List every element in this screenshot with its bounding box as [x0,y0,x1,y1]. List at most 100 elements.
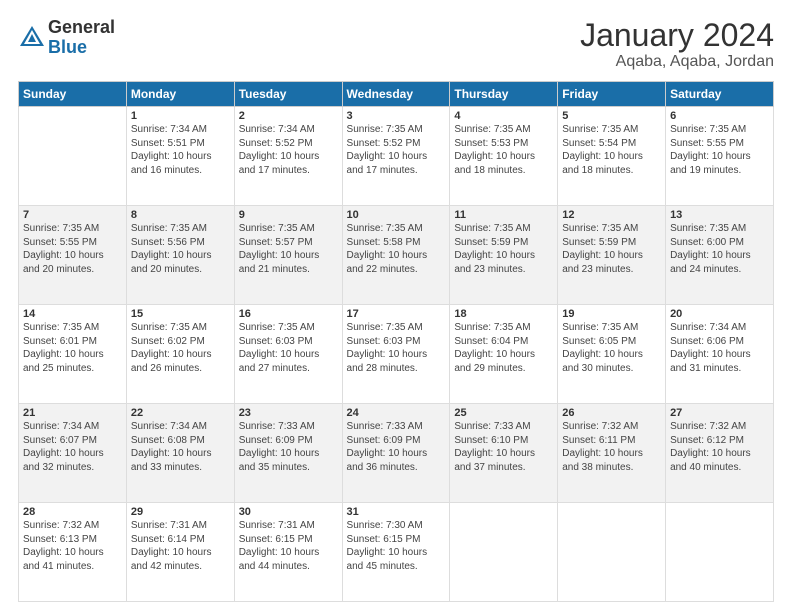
calendar-week-row: 7 Sunrise: 7:35 AMSunset: 5:55 PMDaylight… [19,206,774,305]
cell-info: Sunrise: 7:32 AMSunset: 6:13 PMDaylight:… [23,520,104,572]
cell-info: Sunrise: 7:35 AMSunset: 5:57 PMDaylight:… [239,223,320,275]
header: General Blue January 2024 Aqaba, Aqaba, … [18,18,774,71]
cell-info: Sunrise: 7:34 AMSunset: 5:51 PMDaylight:… [131,124,212,176]
calendar-cell: 4 Sunrise: 7:35 AMSunset: 5:53 PMDaylight… [450,107,558,206]
calendar-cell: 13Sunrise: 7:35 AMSunset: 6:00 PMDayligh… [666,206,774,305]
calendar-cell: 25 Sunrise: 7:33 AMSunset: 6:10 PMDayligh… [450,404,558,503]
logo-general: General [48,18,115,38]
date-number: 4 [454,110,553,122]
calendar-week-row: 21 Sunrise: 7:34 AMSunset: 6:07 PMDayligh… [19,404,774,503]
date-number: 24 [347,407,446,419]
logo: General Blue [18,18,115,58]
page-title: January 2024 [580,18,774,53]
date-number: 28 [23,506,122,518]
calendar-cell: 29 Sunrise: 7:31 AMSunset: 6:14 PMDayligh… [126,503,234,602]
calendar-cell: 19 Sunrise: 7:35 AMSunset: 6:05 PMDayligh… [558,305,666,404]
date-number: 15 [131,308,230,320]
date-number: 22 [131,407,230,419]
date-number: 29 [131,506,230,518]
date-number: 12 [562,209,661,221]
cell-info: Sunrise: 7:35 AMSunset: 5:58 PMDaylight:… [347,223,428,275]
calendar-cell [666,503,774,602]
date-number: 13 [670,209,769,221]
date-number: 16 [239,308,338,320]
cell-info: Sunrise: 7:32 AMSunset: 6:12 PMDaylight:… [670,421,751,473]
cell-info: Sunrise: 7:35 AMSunset: 5:59 PMDaylight:… [562,223,643,275]
cell-info: Sunrise: 7:35 AMSunset: 5:55 PMDaylight:… [23,223,104,275]
cell-info: Sunrise: 7:35 AMSunset: 5:55 PMDaylight:… [670,124,751,176]
date-number: 10 [347,209,446,221]
calendar-cell: 31Sunrise: 7:30 AMSunset: 6:15 PMDayligh… [342,503,450,602]
header-day: Friday [558,82,666,107]
cell-info: Sunrise: 7:33 AMSunset: 6:09 PMDaylight:… [347,421,428,473]
calendar-cell: 30 Sunrise: 7:31 AMSunset: 6:15 PMDayligh… [234,503,342,602]
date-number: 25 [454,407,553,419]
cell-info: Sunrise: 7:32 AMSunset: 6:11 PMDaylight:… [562,421,643,473]
date-number: 21 [23,407,122,419]
cell-info: Sunrise: 7:34 AMSunset: 6:08 PMDaylight:… [131,421,212,473]
calendar-cell: 5 Sunrise: 7:35 AMSunset: 5:54 PMDaylight… [558,107,666,206]
header-day: Saturday [666,82,774,107]
cell-info: Sunrise: 7:35 AMSunset: 5:54 PMDaylight:… [562,124,643,176]
cell-info: Sunrise: 7:33 AMSunset: 6:09 PMDaylight:… [239,421,320,473]
calendar-cell: 1 Sunrise: 7:34 AMSunset: 5:51 PMDaylight… [126,107,234,206]
cell-info: Sunrise: 7:35 AMSunset: 5:53 PMDaylight:… [454,124,535,176]
calendar-cell: 26 Sunrise: 7:32 AMSunset: 6:11 PMDayligh… [558,404,666,503]
date-number: 17 [347,308,446,320]
calendar-week-row: 14Sunrise: 7:35 AMSunset: 6:01 PMDayligh… [19,305,774,404]
calendar-cell: 18 Sunrise: 7:35 AMSunset: 6:04 PMDayligh… [450,305,558,404]
cell-info: Sunrise: 7:35 AMSunset: 5:59 PMDaylight:… [454,223,535,275]
calendar-cell: 9Sunrise: 7:35 AMSunset: 5:57 PMDaylight… [234,206,342,305]
cell-info: Sunrise: 7:31 AMSunset: 6:14 PMDaylight:… [131,520,212,572]
calendar-cell: 24 Sunrise: 7:33 AMSunset: 6:09 PMDayligh… [342,404,450,503]
calendar-cell [450,503,558,602]
calendar-cell: 16Sunrise: 7:35 AMSunset: 6:03 PMDayligh… [234,305,342,404]
date-number: 18 [454,308,553,320]
date-number: 20 [670,308,769,320]
calendar-cell: 28 Sunrise: 7:32 AMSunset: 6:13 PMDayligh… [19,503,127,602]
cell-info: Sunrise: 7:35 AMSunset: 6:04 PMDaylight:… [454,322,535,374]
calendar-cell: 15 Sunrise: 7:35 AMSunset: 6:02 PMDayligh… [126,305,234,404]
cell-info: Sunrise: 7:31 AMSunset: 6:15 PMDaylight:… [239,520,320,572]
calendar-cell: 6 Sunrise: 7:35 AMSunset: 5:55 PMDaylight… [666,107,774,206]
calendar-cell: 17 Sunrise: 7:35 AMSunset: 6:03 PMDayligh… [342,305,450,404]
date-number: 6 [670,110,769,122]
title-block: January 2024 Aqaba, Aqaba, Jordan [580,18,774,71]
cell-info: Sunrise: 7:35 AMSunset: 5:52 PMDaylight:… [347,124,428,176]
cell-info: Sunrise: 7:35 AMSunset: 6:05 PMDaylight:… [562,322,643,374]
date-number: 8 [131,209,230,221]
cell-info: Sunrise: 7:34 AMSunset: 5:52 PMDaylight:… [239,124,320,176]
date-number: 19 [562,308,661,320]
cell-info: Sunrise: 7:30 AMSunset: 6:15 PMDaylight:… [347,520,428,572]
date-number: 3 [347,110,446,122]
calendar-cell: 14Sunrise: 7:35 AMSunset: 6:01 PMDayligh… [19,305,127,404]
calendar-cell: 12 Sunrise: 7:35 AMSunset: 5:59 PMDayligh… [558,206,666,305]
header-day: Sunday [19,82,127,107]
cell-info: Sunrise: 7:34 AMSunset: 6:07 PMDaylight:… [23,421,104,473]
date-number: 27 [670,407,769,419]
calendar-cell: 21 Sunrise: 7:34 AMSunset: 6:07 PMDayligh… [19,404,127,503]
header-day: Monday [126,82,234,107]
date-number: 7 [23,209,122,221]
header-day: Wednesday [342,82,450,107]
calendar-cell: 11Sunrise: 7:35 AMSunset: 5:59 PMDayligh… [450,206,558,305]
calendar-cell: 27 Sunrise: 7:32 AMSunset: 6:12 PMDayligh… [666,404,774,503]
date-number: 26 [562,407,661,419]
calendar-cell: 23Sunrise: 7:33 AMSunset: 6:09 PMDayligh… [234,404,342,503]
calendar-week-row: 1 Sunrise: 7:34 AMSunset: 5:51 PMDaylight… [19,107,774,206]
cell-info: Sunrise: 7:35 AMSunset: 6:02 PMDaylight:… [131,322,212,374]
calendar-cell: 10 Sunrise: 7:35 AMSunset: 5:58 PMDayligh… [342,206,450,305]
header-row: SundayMondayTuesdayWednesdayThursdayFrid… [19,82,774,107]
date-number: 1 [131,110,230,122]
calendar-cell: 8Sunrise: 7:35 AMSunset: 5:56 PMDaylight… [126,206,234,305]
calendar-table: SundayMondayTuesdayWednesdayThursdayFrid… [18,81,774,602]
date-number: 30 [239,506,338,518]
header-day: Thursday [450,82,558,107]
page: General Blue January 2024 Aqaba, Aqaba, … [0,0,792,612]
date-number: 5 [562,110,661,122]
calendar-cell [558,503,666,602]
calendar-cell [19,107,127,206]
cell-info: Sunrise: 7:35 AMSunset: 6:03 PMDaylight:… [347,322,428,374]
calendar-week-row: 28 Sunrise: 7:32 AMSunset: 6:13 PMDayligh… [19,503,774,602]
cell-info: Sunrise: 7:33 AMSunset: 6:10 PMDaylight:… [454,421,535,473]
